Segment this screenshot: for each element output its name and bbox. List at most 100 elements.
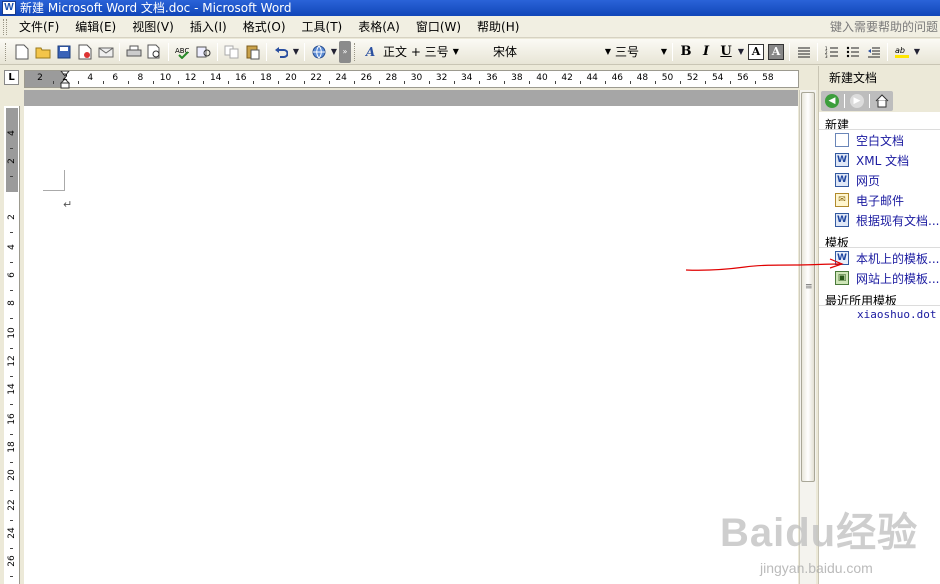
ruler-minor-tick [203, 81, 205, 84]
menu-bar: 文件(F) 编辑(E) 视图(V) 插入(I) 格式(O) 工具(T) 表格(A… [0, 16, 940, 38]
toolbar-divider [217, 42, 218, 61]
font-size-dropdown-value: 三号 [615, 45, 640, 59]
ruler-minor-tick [479, 81, 481, 84]
character-border-label: A [748, 43, 764, 60]
vertical-ruler-tick-label: 16 [7, 413, 17, 425]
hyperlink-globe-icon[interactable] [308, 41, 329, 62]
highlight-dropdown-arrow-icon[interactable]: ▼ [912, 41, 922, 62]
ruler-minor-tick [102, 81, 104, 84]
highlight-icon[interactable]: ab [891, 41, 912, 62]
decrease-indent-icon[interactable] [863, 41, 884, 62]
font-size-dropdown[interactable]: 三号 ▼ [613, 42, 669, 62]
vertical-ruler-tick-label: 12 [7, 355, 17, 367]
ruler-minor-tick [454, 81, 456, 84]
underline-dropdown-arrow-icon[interactable]: ▼ [736, 41, 746, 62]
style-dropdown[interactable]: 正文 + 三号 ▼ [381, 42, 491, 62]
research-icon[interactable] [193, 41, 214, 62]
align-justify-icon[interactable] [793, 41, 814, 62]
undo-icon[interactable] [270, 41, 291, 62]
ruler-tick-label: 24 [335, 73, 347, 83]
document-page[interactable] [24, 106, 798, 584]
link-from-existing-document[interactable]: W 根据现有文档... [819, 210, 940, 230]
styles-icon-glyph: A [365, 44, 376, 59]
menu-table[interactable]: 表格(A) [350, 17, 408, 37]
help-search-input[interactable]: 键入需要帮助的问题 [830, 18, 938, 35]
scrollbar-thumb[interactable]: ≡ [801, 92, 815, 482]
toolbar-divider [789, 42, 790, 61]
spelling-icon[interactable]: ABC [172, 41, 193, 62]
styles-and-formatting-icon[interactable]: A [360, 41, 381, 62]
ruler-tick-label: 56 [737, 73, 749, 83]
open-folder-icon[interactable] [32, 41, 53, 62]
link-email[interactable]: ✉ 电子邮件 [819, 190, 940, 210]
character-border-button[interactable]: A [746, 42, 766, 62]
bold-button[interactable]: B [676, 42, 696, 62]
menu-file[interactable]: 文件(F) [11, 17, 67, 37]
menu-window[interactable]: 窗口(W) [408, 17, 469, 37]
link-xml-document[interactable]: W XML 文档 [819, 150, 940, 170]
italic-button[interactable]: I [696, 42, 716, 62]
back-button[interactable]: ◀ [823, 92, 841, 110]
menu-view[interactable]: 视图(V) [124, 17, 182, 37]
paste-icon[interactable] [242, 41, 263, 62]
menu-insert[interactable]: 插入(I) [182, 17, 235, 37]
ruler-minor-tick [303, 81, 305, 84]
menu-grip-handle[interactable] [3, 18, 7, 35]
link-web-templates[interactable]: ▣ 网站上的模板... [819, 268, 940, 288]
tab-selector-button[interactable]: L [4, 70, 19, 85]
toolbar-grip-handle[interactable] [5, 42, 8, 61]
toolbar-options-chevron-icon[interactable]: » [339, 40, 351, 63]
toolbar-grip-handle[interactable] [354, 42, 357, 61]
ruler-minor-tick [554, 81, 556, 84]
section-heading-recent-templates: 最近所用模板 [819, 288, 940, 306]
new-document-icon[interactable] [11, 41, 32, 62]
link-web-page[interactable]: W 网页 [819, 170, 940, 190]
word-app-icon[interactable]: W [2, 1, 16, 15]
menu-format[interactable]: 格式(O) [235, 17, 294, 37]
toolbar-divider [168, 42, 169, 61]
menu-edit[interactable]: 编辑(E) [67, 17, 124, 37]
save-icon[interactable] [53, 41, 74, 62]
ruler-tick-label: 58 [762, 73, 774, 83]
vertical-ruler-minor-tick [10, 548, 13, 549]
link-local-templates[interactable]: W 本机上的模板... [819, 248, 940, 268]
menu-help[interactable]: 帮助(H) [469, 17, 527, 37]
chevron-down-icon: ▼ [452, 47, 459, 56]
home-button[interactable] [873, 92, 891, 110]
bullet-list-icon[interactable] [842, 41, 863, 62]
print-preview-icon[interactable] [144, 41, 165, 62]
recent-template-item[interactable]: xiaoshuo.dot [819, 306, 940, 324]
ruler-tick-label: 26 [360, 73, 373, 83]
forward-button[interactable]: ▶ [848, 92, 866, 110]
ruler-tick-label: 8 [137, 73, 144, 83]
permission-icon[interactable] [74, 41, 95, 62]
numbered-list-icon[interactable]: 123 [821, 41, 842, 62]
undo-dropdown-arrow-icon[interactable]: ▼ [291, 41, 301, 62]
task-pane-title[interactable]: 新建文档 [829, 71, 877, 85]
vertical-ruler[interactable]: 4 2 2 4 6 8 10 12 14 16 18 20 22 24 26 [4, 106, 20, 584]
underline-button[interactable]: U [716, 42, 736, 62]
character-shading-button[interactable]: A [766, 42, 786, 62]
menu-tools[interactable]: 工具(T) [294, 17, 351, 37]
character-shading-label: A [768, 43, 784, 60]
horizontal-ruler[interactable]: 2 2 4 6 8 10 12 14 16 18 20 22 24 26 28 30 32 34 36 38 40 42 4… [24, 70, 799, 89]
ruler-tick-label: 36 [486, 73, 498, 83]
task-pane-nav-group: ◀ ▶ [821, 91, 893, 111]
vertical-ruler-minor-tick [10, 462, 13, 463]
paragraph-mark: ↵ [63, 198, 73, 211]
hyperlink-dropdown-arrow-icon[interactable]: ▼ [329, 41, 339, 62]
toolbar-divider [887, 42, 888, 61]
vertical-ruler-minor-tick [10, 318, 13, 319]
ruler-tick-label: 22 [310, 73, 322, 83]
ruler-tick-label: 4 [87, 73, 94, 83]
ruler-minor-tick [228, 81, 230, 84]
copy-icon[interactable] [221, 41, 242, 62]
link-label: 根据现有文档... [856, 213, 940, 228]
print-icon[interactable] [123, 41, 144, 62]
back-arrow-icon: ◀ [825, 94, 839, 108]
email-icon[interactable] [95, 41, 116, 62]
link-label: 本机上的模板... [856, 251, 940, 266]
font-dropdown[interactable]: 宋体 ▼ [491, 42, 613, 62]
link-blank-document[interactable]: 空白文档 [819, 130, 940, 150]
vertical-scrollbar[interactable]: ≡ [799, 90, 816, 584]
